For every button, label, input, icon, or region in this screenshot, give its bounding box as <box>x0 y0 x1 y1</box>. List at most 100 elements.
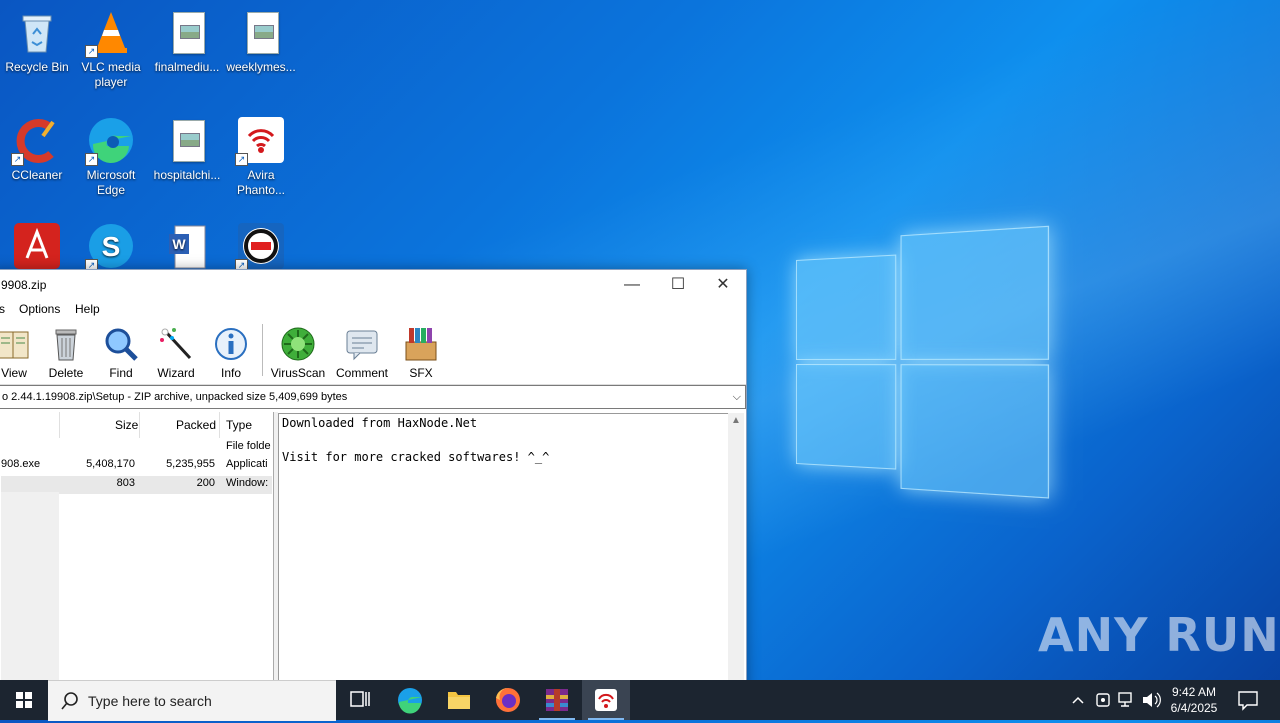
desktop-icon-label: Avira Phanto... <box>236 168 286 197</box>
toolbar-label: SFX <box>409 366 433 380</box>
toolbar-label: Info <box>220 366 241 380</box>
path-bar[interactable]: o 2.44.1.19908.zip\Setup - ZIP archive, … <box>0 385 746 409</box>
column-header-packed[interactable]: Packed <box>176 412 216 438</box>
ccleaner-icon: ↗ <box>11 116 61 166</box>
taskbar-file-explorer[interactable] <box>435 680 483 720</box>
winrar-icon <box>546 689 568 711</box>
table-cell-name[interactable]: 908.exe <box>1 458 40 470</box>
desktop-icon-vlc[interactable]: ↗ VLC media player <box>74 4 148 90</box>
maximize-button[interactable]: ☐ <box>655 270 701 300</box>
desktop-icon-ccleaner[interactable]: ↗ CCleaner <box>0 112 74 183</box>
desktop-icon-label: Microsoft Edge <box>86 168 136 197</box>
table-cell-type: Window: <box>226 477 269 489</box>
desktop-icon-finalmedium[interactable]: finalmediu... <box>150 4 224 75</box>
anyrun-watermark: ANY RUN <box>1038 608 1280 662</box>
desktop-icon-label: finalmediu... <box>154 60 220 74</box>
delete-button[interactable]: Delete <box>37 324 95 380</box>
table-cell-type: Applicati <box>226 458 268 470</box>
shortcut-arrow-icon: ↗ <box>11 153 24 166</box>
svg-text:S: S <box>102 231 121 262</box>
find-button[interactable]: Find <box>92 324 150 380</box>
desktop-icon-recycle-bin[interactable]: Recycle Bin <box>0 4 74 75</box>
comment-line: Visit for more cracked softwares! ^_^ <box>282 450 550 464</box>
table-cell-size: 803 <box>116 477 135 489</box>
task-view-button[interactable] <box>336 680 384 720</box>
edge-icon <box>398 688 422 714</box>
tray-volume[interactable] <box>1140 680 1162 720</box>
taskbar-edge[interactable] <box>386 680 434 720</box>
column-divider <box>139 412 140 438</box>
network-icon <box>1118 692 1132 707</box>
desktop-icon-word-doc[interactable]: W <box>150 218 224 274</box>
desktop-icon-edge[interactable]: ↗ Microsoft Edge <box>74 112 148 198</box>
image-file-icon <box>163 116 211 164</box>
taskbar-clock[interactable]: 9:42 AM 6/4/2025 <box>1160 684 1228 716</box>
image-file-icon <box>163 8 211 56</box>
scroll-up-icon[interactable]: ▲ <box>731 415 741 426</box>
comment-button[interactable]: Comment <box>333 324 391 380</box>
close-button[interactable]: ✕ <box>700 270 746 300</box>
recycle-bin-icon <box>13 8 61 56</box>
archive-comment-pane[interactable]: Downloaded from HaxNode.Net Visit for mo… <box>278 413 730 692</box>
chevron-down-icon[interactable]: ⌵ <box>733 386 741 408</box>
info-button[interactable]: Info <box>202 324 260 380</box>
toolbar-label: View <box>1 366 27 380</box>
desktop-icon-data-reset[interactable]: ↗ <box>224 218 298 274</box>
clock-date: 6/4/2025 <box>1170 701 1218 715</box>
comment-icon <box>344 326 380 362</box>
file-list[interactable]: Size Packed Type File folde 908.exe 5,40… <box>0 412 274 690</box>
column-header-size[interactable]: Size <box>115 412 138 438</box>
toolbar-label: Delete <box>48 366 84 380</box>
window-titlebar[interactable]: 9908.zip — ☐ ✕ <box>0 270 746 300</box>
table-cell-packed: 5,235,955 <box>166 458 215 470</box>
tray-app-icon[interactable] <box>1093 680 1113 720</box>
task-view-icon <box>350 691 370 707</box>
virusscan-button[interactable]: VirusScan <box>269 324 327 380</box>
desktop-icon-weeklymes[interactable]: weeklymes... <box>224 4 298 75</box>
start-button[interactable] <box>0 680 48 720</box>
acrobat-icon <box>13 222 61 270</box>
shortcut-arrow-icon: ↗ <box>85 153 98 166</box>
avira-phantom-icon: ↗ <box>235 116 285 166</box>
desktop-icon-hospitalchi[interactable]: hospitalchi... <box>150 112 224 183</box>
chevron-up-icon <box>1072 696 1084 704</box>
tray-network[interactable] <box>1116 680 1138 720</box>
sfx-icon <box>403 326 439 362</box>
word-document-icon: W <box>163 222 211 270</box>
tray-overflow-button[interactable] <box>1068 680 1088 720</box>
desktop-icon-label: weeklymes... <box>226 60 296 74</box>
shortcut-arrow-icon: ↗ <box>85 45 98 58</box>
data-reset-icon: ↗ <box>235 222 285 272</box>
shortcut-arrow-icon: ↗ <box>235 153 248 166</box>
minimize-button[interactable]: — <box>609 270 655 300</box>
wizard-button[interactable]: Wizard <box>147 324 205 380</box>
toolbar: View Delete Find Wizard Info VirusScan C… <box>0 320 746 385</box>
info-icon <box>213 326 249 362</box>
notification-icon <box>1238 691 1258 711</box>
desktop-icon-acrobat[interactable] <box>0 218 74 274</box>
menu-commands[interactable]: s <box>0 302 5 316</box>
table-cell-packed: 200 <box>196 477 215 489</box>
taskbar-avira-phantom[interactable] <box>582 680 630 720</box>
desktop-icon-avira-phantom[interactable]: ↗ Avira Phanto... <box>224 112 298 198</box>
taskbar-firefox[interactable] <box>484 680 532 720</box>
taskbar-winrar[interactable] <box>533 680 581 720</box>
action-center-button[interactable] <box>1232 680 1264 720</box>
comment-scrollbar[interactable]: ▲ <box>728 413 744 690</box>
column-header-type[interactable]: Type <box>226 412 252 438</box>
folder-icon <box>448 692 470 709</box>
menu-options[interactable]: Options <box>19 302 60 316</box>
taskbar-search-box[interactable]: Type here to search <box>48 680 336 721</box>
desktop-icon-label: Recycle Bin <box>5 60 69 74</box>
archive-window[interactable]: 9908.zip — ☐ ✕ s Options Help View Delet… <box>0 269 747 692</box>
sfx-button[interactable]: SFX <box>392 324 450 380</box>
menu-help[interactable]: Help <box>75 302 100 316</box>
column-divider <box>219 412 220 438</box>
image-file-icon <box>237 8 285 56</box>
speaker-icon <box>1143 692 1161 708</box>
toolbar-label: Comment <box>335 366 388 380</box>
delete-icon <box>48 326 84 362</box>
find-icon <box>103 326 139 362</box>
desktop-icon-skype[interactable]: S ↗ <box>74 218 148 274</box>
vlc-icon: ↗ <box>85 8 135 58</box>
